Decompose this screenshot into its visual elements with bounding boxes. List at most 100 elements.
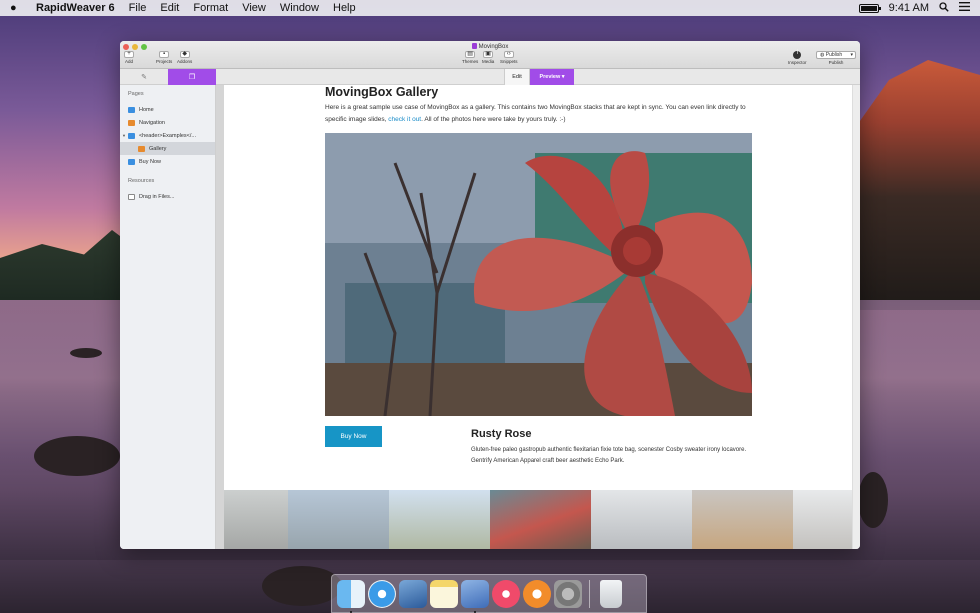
wallpaper-trees-left bbox=[0, 230, 140, 300]
snippets-label: Snippets bbox=[500, 59, 518, 64]
pages-icon: ❐ bbox=[188, 74, 196, 81]
rapidweaver-icon[interactable] bbox=[461, 579, 489, 613]
slide-description: Gluten-free paleo gastropub authentic fl… bbox=[471, 447, 747, 464]
disclosure-triangle-icon[interactable]: ▼ bbox=[122, 133, 126, 138]
page-icon bbox=[128, 119, 135, 126]
wallpaper-rock bbox=[34, 436, 120, 476]
thumbnail-mountains[interactable] bbox=[389, 490, 490, 549]
spotlight-search-icon[interactable] bbox=[939, 1, 949, 15]
plus-icon: + bbox=[124, 51, 134, 58]
media-label: Media bbox=[482, 59, 495, 64]
themes-icon: ▤ bbox=[465, 51, 476, 58]
tab-bar: ✎ ❐ Edit Preview ▾ bbox=[120, 69, 860, 85]
menu-format[interactable]: Format bbox=[193, 2, 228, 14]
thumbnail-lights[interactable] bbox=[692, 490, 793, 549]
thumbnail-city[interactable] bbox=[793, 490, 860, 549]
menu-view[interactable]: View bbox=[242, 2, 266, 14]
intro-text-end: . All of the photos here were take by yo… bbox=[421, 116, 566, 123]
safari-icon[interactable] bbox=[368, 579, 396, 608]
intro-paragraph: Here is a great sample use case of Movin… bbox=[325, 102, 755, 126]
publish-button[interactable]: ◍ Publish ▾ Publish bbox=[816, 51, 856, 65]
window-title-text: MovingBox bbox=[478, 44, 509, 50]
page-icon bbox=[128, 106, 135, 113]
chevron-down-icon: ▾ bbox=[850, 52, 853, 58]
notes-icon[interactable] bbox=[430, 579, 458, 608]
apple-menu-icon[interactable]: ● bbox=[10, 2, 24, 14]
sidebar-item-header-examples[interactable]: ▼ <header>Examples</... bbox=[120, 129, 215, 142]
themes-button[interactable]: ▤ Themes bbox=[462, 51, 478, 64]
addons-button[interactable]: ◆ Addons bbox=[177, 51, 192, 64]
snippets-button[interactable]: ‹› Snippets bbox=[500, 51, 518, 64]
tab-edit[interactable]: Edit bbox=[504, 69, 530, 85]
dock bbox=[331, 574, 647, 613]
document-icon bbox=[471, 43, 477, 49]
add-button[interactable]: + Add bbox=[124, 51, 134, 64]
tab-page-settings[interactable]: ✎ bbox=[120, 69, 168, 85]
page-icon bbox=[138, 145, 145, 152]
trash-icon[interactable] bbox=[600, 579, 622, 608]
system-preferences-icon[interactable] bbox=[554, 579, 582, 608]
wallpaper-rock bbox=[262, 566, 342, 606]
dock-separator bbox=[589, 579, 590, 608]
battery-fill bbox=[860, 5, 877, 11]
thumbnail-arches[interactable] bbox=[224, 490, 288, 549]
sidebar-item-label: <header>Examples</... bbox=[138, 132, 196, 139]
sidebar-item-label: Buy Now bbox=[139, 158, 162, 165]
menu-app-name[interactable]: RapidWeaver 6 bbox=[36, 2, 115, 14]
buy-now-button[interactable]: Buy Now bbox=[325, 426, 382, 447]
inspector-label: Inspector bbox=[788, 60, 807, 65]
snippets-icon: ‹› bbox=[503, 51, 514, 58]
wallpaper-rock bbox=[70, 348, 102, 358]
preview-icon[interactable] bbox=[399, 579, 427, 608]
media-button[interactable]: ▣ Media bbox=[482, 51, 494, 64]
thumbnail-rusty-rose[interactable] bbox=[490, 490, 591, 549]
wrench-icon: ✎ bbox=[141, 74, 147, 81]
tab-preview-label: Preview bbox=[539, 74, 561, 80]
sidebar-item-gallery[interactable]: Gallery bbox=[120, 142, 215, 155]
window-toolbar: + Add ▪ Projects ◆ Addons MovingBox ▤ Th… bbox=[120, 41, 860, 69]
projects-label: Projects bbox=[156, 59, 173, 64]
wallpaper-rock bbox=[858, 472, 888, 528]
slide-title: Rusty Rose bbox=[471, 428, 532, 440]
menu-file[interactable]: File bbox=[129, 2, 147, 14]
add-label: Add bbox=[124, 59, 133, 64]
itunes-icon[interactable] bbox=[492, 579, 520, 608]
finder-icon[interactable] bbox=[337, 579, 365, 613]
file-icon bbox=[128, 193, 135, 200]
sidebar-item-label: Navigation bbox=[139, 119, 165, 126]
tab-preview[interactable]: Preview ▾ bbox=[530, 69, 574, 85]
ibooks-icon[interactable] bbox=[523, 579, 551, 608]
menu-edit[interactable]: Edit bbox=[160, 2, 179, 14]
sidebar: Pages Home Navigation ▼ <header>Examples<… bbox=[120, 85, 216, 549]
projects-button[interactable]: ▪ Projects bbox=[156, 51, 172, 64]
thumbnail-penguins[interactable] bbox=[591, 490, 692, 549]
menu-window[interactable]: Window bbox=[280, 2, 319, 14]
resources-header: Resources bbox=[128, 178, 155, 184]
sidebar-item-label: Gallery bbox=[149, 145, 167, 152]
sidebar-item-buy-now[interactable]: Buy Now bbox=[120, 155, 215, 168]
pages-header: Pages bbox=[128, 91, 144, 97]
battery-icon[interactable] bbox=[858, 3, 881, 13]
slideshow-image[interactable] bbox=[325, 133, 752, 416]
inspector-button[interactable]: i Inspector bbox=[788, 50, 807, 65]
sidebar-item-navigation[interactable]: Navigation bbox=[120, 116, 215, 129]
sidebar-item-label: Home bbox=[139, 106, 154, 113]
publish-dropdown-label: Publish bbox=[825, 52, 843, 58]
publish-dropdown[interactable]: ◍ Publish ▾ bbox=[816, 51, 856, 59]
window-title: MovingBox bbox=[120, 43, 860, 50]
sidebar-item-home[interactable]: Home bbox=[120, 103, 215, 116]
chevron-down-icon: ▾ bbox=[561, 74, 565, 80]
notification-center-icon[interactable] bbox=[959, 2, 970, 14]
thumbnail-atomium[interactable] bbox=[288, 490, 389, 549]
addons-label: Addons bbox=[177, 59, 193, 64]
tab-pages[interactable]: ❐ bbox=[168, 69, 216, 85]
page-icon bbox=[128, 158, 135, 165]
scrollbar[interactable] bbox=[852, 85, 860, 549]
publish-label: Publish bbox=[828, 60, 844, 65]
menu-clock[interactable]: 9:41 AM bbox=[889, 2, 929, 14]
wallpaper-cliff-right bbox=[850, 60, 980, 310]
sidebar-item-drag-files[interactable]: Drag in Files... bbox=[120, 190, 215, 203]
check-it-out-link[interactable]: check it out bbox=[388, 116, 421, 123]
page-title: MovingBox Gallery bbox=[325, 85, 439, 99]
menu-help[interactable]: Help bbox=[333, 2, 356, 14]
